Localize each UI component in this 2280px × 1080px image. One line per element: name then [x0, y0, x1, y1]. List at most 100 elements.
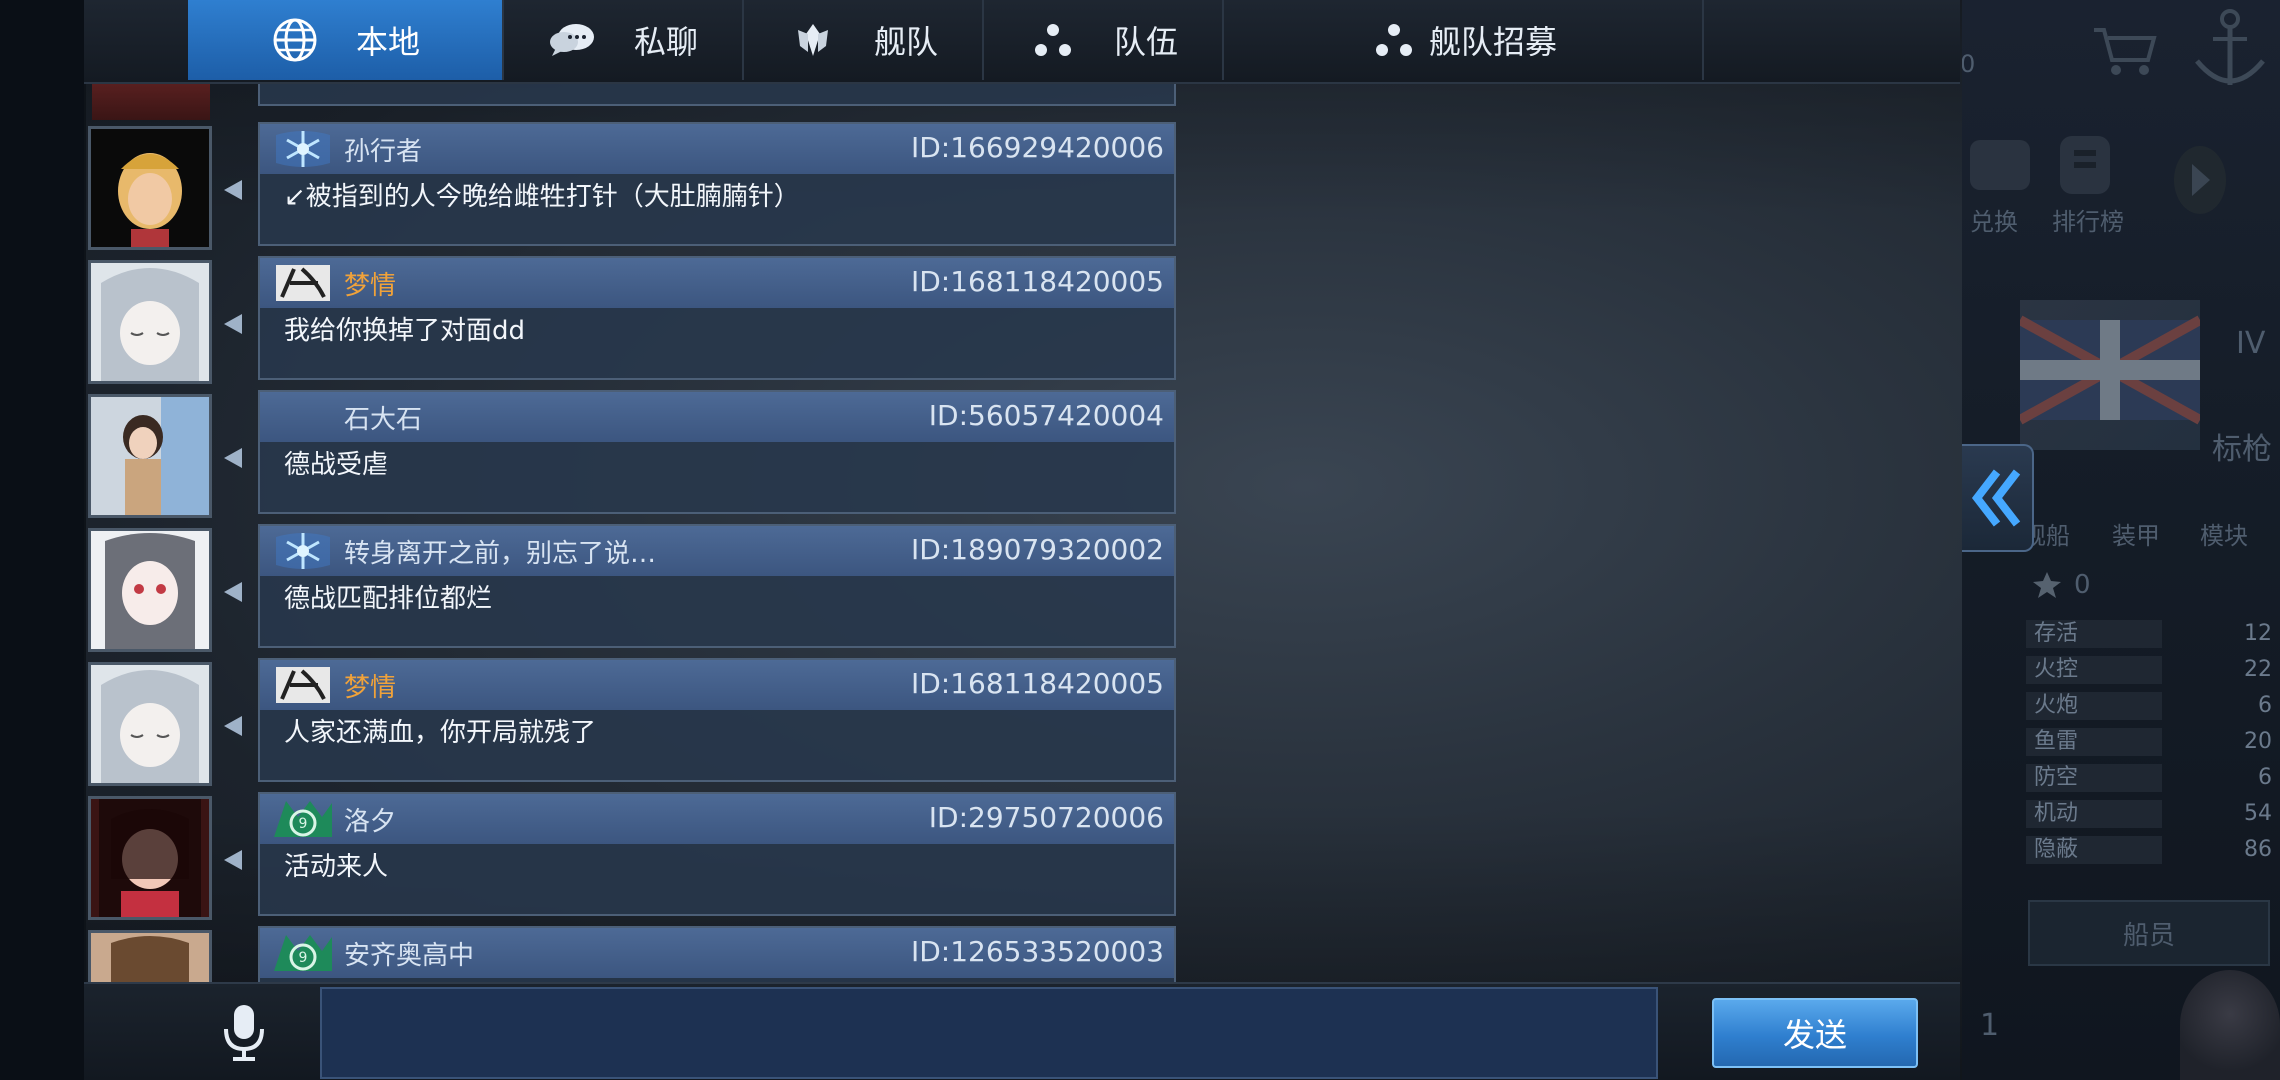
team-dots-icon	[1028, 15, 1078, 65]
sender-name[interactable]: 孙行者	[344, 131, 422, 168]
green-wing-badge-icon: 9	[272, 796, 334, 842]
tab-fleet-recruit-label: 舰队招募	[1428, 23, 1557, 61]
ship-tab[interactable]: 舰船	[2022, 470, 2102, 550]
tab-fleet-recruit[interactable]: 舰队招募	[1224, 0, 1704, 80]
chat-message: 梦情 ID:168118420005 我给你换掉了对面dd	[84, 256, 1184, 386]
bubble-pointer	[224, 716, 242, 736]
crew-button[interactable]: 船员	[2028, 900, 2270, 966]
message-bubble: 孙行者 ID:166929420006 ↙被指到的人今晚给雌牲打针（大肚腩腩针）	[258, 122, 1176, 246]
chat-message: 孙行者 ID:166929420006 ↙被指到的人今晚给雌牲打针（大肚腩腩针）	[84, 122, 1184, 252]
tab-team-label: 队伍	[1113, 23, 1178, 61]
avatar[interactable]	[88, 930, 212, 982]
stat-value: 12	[2244, 621, 2272, 646]
stat-label: 火控	[2026, 656, 2162, 684]
sender-name[interactable]: 梦情	[344, 667, 396, 704]
stat-row: 火炮 6	[2026, 692, 2272, 720]
message-text: 德战匹配排位都烂	[284, 584, 493, 614]
stat-label: 火炮	[2026, 692, 2162, 720]
stat-label: 鱼雷	[2026, 728, 2162, 756]
avatar[interactable]	[88, 394, 212, 518]
exchange-button[interactable]: 兑换	[1960, 130, 2040, 240]
sender-id: ID:168118420005	[910, 667, 1164, 700]
sender-id: ID:29750720006	[928, 801, 1164, 834]
sender-name[interactable]: 石大石	[344, 399, 422, 436]
green-wing-badge-icon: 9	[272, 930, 334, 976]
sender-id: ID:56057420004	[928, 399, 1164, 432]
avatar[interactable]	[88, 662, 212, 786]
message-header: 9 安齐奥高中 ID:126533520003	[260, 928, 1174, 978]
sender-name[interactable]: 梦情	[344, 265, 396, 302]
sender-name[interactable]: 洛夕	[344, 801, 396, 838]
calligraphy-badge-icon	[272, 260, 334, 306]
message-text: 我给你换掉了对面dd	[284, 316, 526, 346]
bubble-pointer	[224, 180, 242, 200]
chat-input-bar: 发送	[84, 982, 1960, 1080]
chat-message: 9 洛夕 ID:29750720006 活动来人	[84, 792, 1184, 922]
avatar[interactable]	[88, 260, 212, 384]
stat-row: 鱼雷 20	[2026, 728, 2272, 756]
message-bubble: 梦情 ID:168118420005 人家还满血，你开局就残了	[258, 658, 1176, 782]
game-screen: 0 兑换 排行榜 IV 标枪 舰船 装甲 模块 0 船员 1 存活 12 火控 …	[0, 0, 2280, 1080]
stat-label: 隐蔽	[2026, 836, 2162, 864]
message-text: 德战受虐	[284, 450, 389, 480]
exchange-label: 兑换	[1970, 208, 2018, 236]
avatar[interactable]	[88, 126, 212, 250]
tab-local[interactable]: 本地	[188, 0, 504, 80]
chat-message-input[interactable]	[320, 987, 1658, 1079]
sender-name[interactable]: 转身离开之前，别忘了说…	[344, 533, 656, 570]
leaderboard-button[interactable]: 排行榜	[2040, 130, 2140, 240]
tab-fleet[interactable]: 舰队	[744, 0, 984, 80]
tier-label: IV	[2236, 326, 2266, 361]
ship-flag-image	[2020, 300, 2200, 450]
ship-class-label: 标枪	[2212, 432, 2272, 467]
top-counter: 0	[1960, 50, 1976, 78]
slot-number: 1	[1980, 1008, 2000, 1043]
sender-name[interactable]: 安齐奥高中	[344, 935, 474, 972]
anchor-icon[interactable]	[2185, 5, 2275, 95]
crew-button-label: 船员	[2122, 920, 2175, 951]
sender-id: ID:168118420005	[910, 265, 1164, 298]
tab-team[interactable]: 队伍	[984, 0, 1224, 80]
fleet-emblem-icon	[788, 15, 838, 65]
globe-icon	[270, 15, 320, 65]
send-button-label: 发送	[1782, 1016, 1847, 1054]
bubble-pointer	[224, 314, 242, 334]
star-count: 0	[2074, 570, 2091, 600]
next-arrow-icon[interactable]	[2170, 140, 2230, 220]
svg-text:9: 9	[299, 950, 308, 966]
chat-bubble-icon	[548, 15, 598, 65]
message-text: ↙被指到的人今晚给雌牲打针（大肚腩腩针）	[284, 182, 800, 212]
armor-tab[interactable]: 装甲	[2112, 470, 2192, 550]
tab-local-label: 本地	[355, 23, 420, 61]
stat-row: 隐蔽 86	[2026, 836, 2272, 864]
message-bubble: 梦情 ID:168118420005 我给你换掉了对面dd	[258, 256, 1176, 380]
sender-id: ID:189079320002	[910, 533, 1164, 566]
tab-private-chat[interactable]: 私聊	[504, 0, 744, 80]
chat-message: 9 安齐奥高中 ID:126533520003	[84, 926, 1184, 982]
message-bubble: 9 安齐奥高中 ID:126533520003	[258, 926, 1176, 982]
module-tab[interactable]: 模块	[2200, 470, 2280, 550]
chat-message: 转身离开之前，别忘了说… ID:189079320002 德战匹配排位都烂	[84, 524, 1184, 654]
stat-row: 机动 54	[2026, 800, 2272, 828]
stat-label: 机动	[2026, 800, 2162, 828]
microphone-icon[interactable]	[214, 1002, 274, 1062]
avatar[interactable]	[88, 796, 212, 920]
stat-row: 防空 6	[2026, 764, 2272, 792]
shop-cart-icon[interactable]	[2090, 20, 2160, 80]
chat-message-list[interactable]: 孙行者 ID:166929420006 ↙被指到的人今晚给雌牲打针（大肚腩腩针）…	[84, 82, 1184, 982]
bubble-pointer	[224, 448, 242, 468]
send-button[interactable]: 发送	[1712, 998, 1918, 1068]
stat-value: 20	[2244, 729, 2272, 754]
bubble-pointer	[224, 582, 242, 602]
chat-message: 梦情 ID:168118420005 人家还满血，你开局就残了	[84, 658, 1184, 788]
message-header: 梦情 ID:168118420005	[260, 660, 1174, 710]
snowflake-badge-icon	[272, 528, 334, 574]
collapse-chat-button[interactable]	[1962, 444, 2034, 552]
message-bubble: 转身离开之前，别忘了说… ID:189079320002 德战匹配排位都烂	[258, 524, 1176, 648]
avatar[interactable]	[88, 528, 212, 652]
svg-text:9: 9	[299, 816, 308, 832]
stat-label: 防空	[2026, 764, 2162, 792]
captain-avatar[interactable]	[2180, 970, 2280, 1080]
stat-value: 6	[2258, 693, 2272, 718]
module-tab-label: 模块	[2200, 522, 2248, 550]
